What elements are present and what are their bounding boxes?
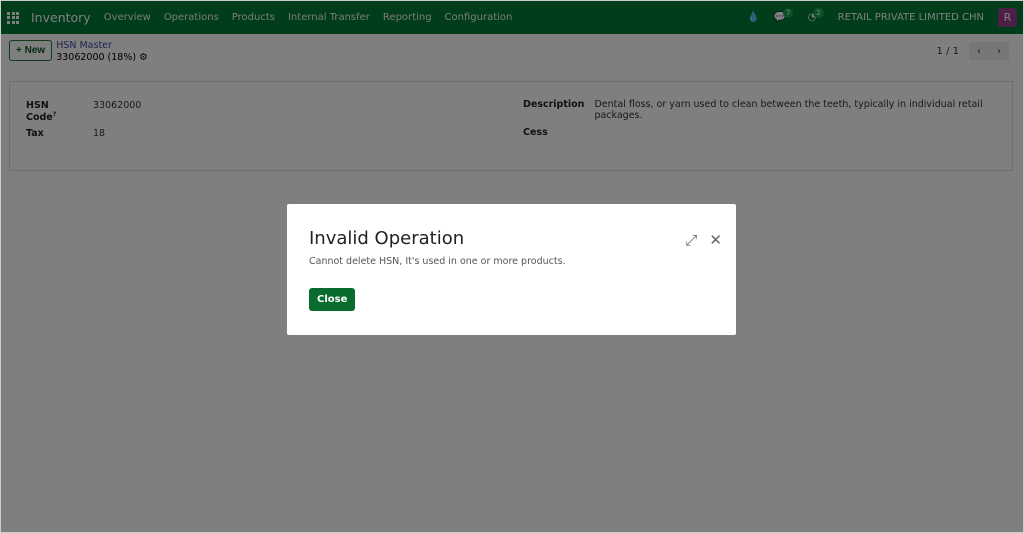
close-button[interactable]: Close <box>309 288 356 311</box>
dialog-title: Invalid Operation <box>309 228 465 249</box>
invalid-operation-dialog: ⤢ ✕ Invalid Operation Cannot delete HSN, … <box>287 204 736 335</box>
close-icon[interactable]: ✕ <box>709 231 722 249</box>
expand-icon[interactable]: ⤢ <box>685 231 697 249</box>
dialog-message: Cannot delete HSN, It's used in one or m… <box>309 256 566 267</box>
